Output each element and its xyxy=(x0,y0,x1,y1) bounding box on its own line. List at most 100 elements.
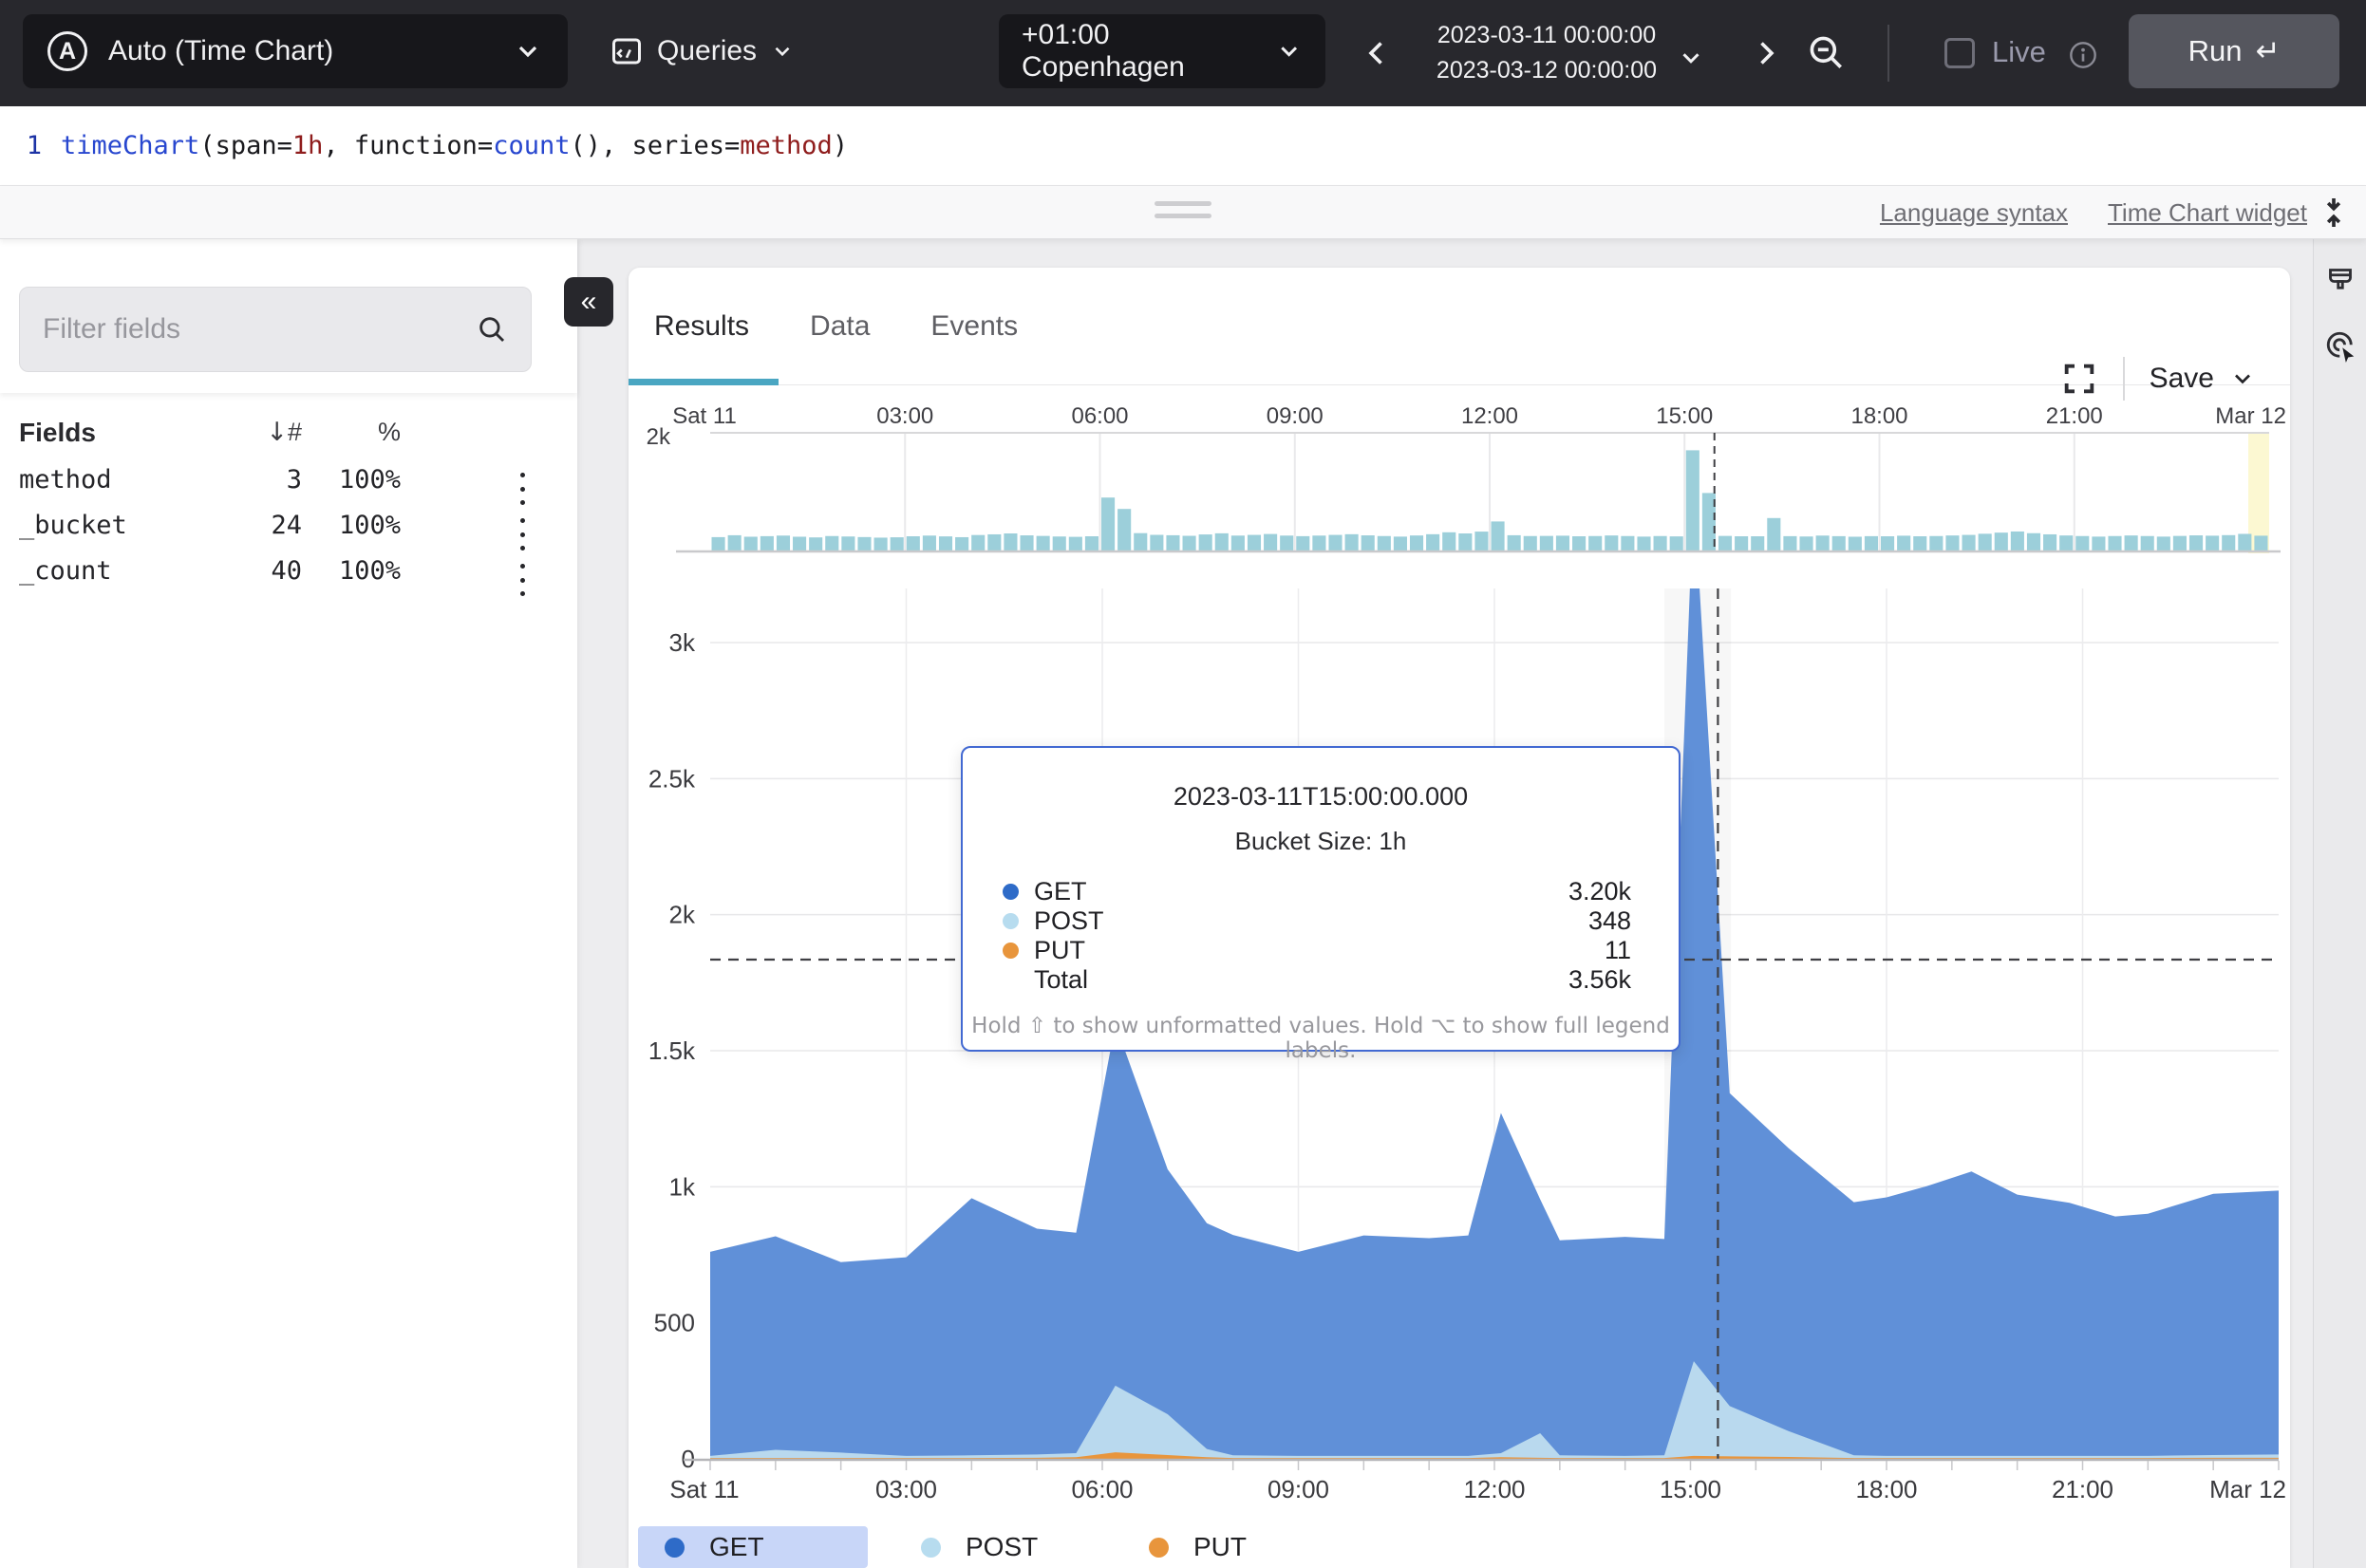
field-menu-icon[interactable] xyxy=(516,564,528,596)
fields-table-header: Fields ↓# % xyxy=(0,418,577,465)
results-tabs: Results Data Events xyxy=(629,268,2290,385)
timezone-button[interactable]: +01:00 Copenhagen xyxy=(999,14,1325,88)
time-prev-button[interactable] xyxy=(1360,36,1394,70)
field-percent: 100% xyxy=(339,511,401,540)
time-chart-widget-link[interactable]: Time Chart widget xyxy=(2108,198,2307,228)
svg-text:Mar 12: Mar 12 xyxy=(2215,403,2286,429)
field-count: 3 xyxy=(287,465,302,495)
legend-label: PUT xyxy=(1193,1532,1247,1562)
tooltip-series-value: 3.56k xyxy=(1568,965,1631,995)
enter-key-icon: ↵ xyxy=(2255,34,2280,68)
tooltip-timestamp: 2023-03-11T15:00:00.000 xyxy=(963,782,1679,812)
tab-results[interactable]: Results xyxy=(654,310,749,343)
filter-fields-placeholder: Filter fields xyxy=(43,313,476,345)
tooltip-series-label: GET xyxy=(1034,877,1087,906)
search-icon xyxy=(476,313,508,345)
language-syntax-link[interactable]: Language syntax xyxy=(1880,198,2068,228)
field-name: _count xyxy=(19,556,112,586)
code-token: count xyxy=(493,131,570,160)
editor-resize-strip: Language syntax Time Chart widget xyxy=(0,186,2366,239)
svg-text:3k: 3k xyxy=(669,628,696,657)
zoom-out-icon[interactable] xyxy=(1806,32,1848,74)
active-tab-underline xyxy=(629,379,779,385)
field-percent: 100% xyxy=(339,465,401,495)
tooltip-hint: Hold ⇧ to show unformatted values. Hold … xyxy=(963,1014,1679,1063)
chart-legend: GET POST PUT xyxy=(629,1526,2290,1568)
toolbar-divider xyxy=(1887,25,1889,82)
time-range-display[interactable]: 2023-03-11 00:00:00 2023-03-12 00:00:00 xyxy=(1420,18,1673,88)
svg-text:15:00: 15:00 xyxy=(1656,403,1713,429)
svg-text:09:00: 09:00 xyxy=(1268,1475,1329,1503)
fields-table: Fields ↓# % method 3 100% _bucket 24 100% _cou… xyxy=(0,393,577,602)
svg-text:12:00: 12:00 xyxy=(1463,1475,1525,1503)
inspect-target-icon[interactable] xyxy=(2323,328,2357,363)
chevron-down-icon xyxy=(513,36,543,66)
field-count: 24 xyxy=(271,511,302,540)
fields-header-label: Fields xyxy=(19,418,96,448)
field-row-_bucket[interactable]: _bucket 24 100% xyxy=(0,511,577,556)
legend-item-post[interactable]: POST xyxy=(894,1526,1056,1568)
tooltip-series-value: 11 xyxy=(1605,936,1631,965)
queries-icon xyxy=(610,34,644,68)
code-token: ) xyxy=(833,131,848,160)
tooltip-row-post: POST348 xyxy=(1003,906,1631,936)
svg-text:18:00: 18:00 xyxy=(1855,1475,1917,1503)
query-editor[interactable]: 1 timeChart(span=1h, function=count(), s… xyxy=(0,106,2366,186)
tooltip-row-get: GET3.20k xyxy=(1003,877,1631,906)
collapse-editor-icon[interactable] xyxy=(2315,194,2353,232)
run-button[interactable]: Run ↵ xyxy=(2129,14,2339,88)
field-count: 40 xyxy=(271,556,302,586)
tooltip-series-label: PUT xyxy=(1034,936,1085,965)
field-name: method xyxy=(19,465,112,495)
chart-tooltip: 2023-03-11T15:00:00.000 Bucket Size: 1h … xyxy=(961,746,1681,1052)
auto-view-icon: A xyxy=(47,31,87,71)
resize-drag-handle[interactable] xyxy=(1149,201,1217,226)
svg-text:Sat 11: Sat 11 xyxy=(672,403,737,429)
tooltip-series-label: POST xyxy=(1034,906,1104,936)
info-icon[interactable] xyxy=(2068,40,2098,70)
field-name: _bucket xyxy=(19,511,127,540)
run-label: Run xyxy=(2188,34,2243,68)
view-selector-label: Auto (Time Chart) xyxy=(108,35,513,67)
editor-line-number: 1 xyxy=(6,131,42,160)
tooltip-row-put: PUT 11 xyxy=(1003,936,1631,965)
sort-descending-icon: ↓ xyxy=(266,418,288,447)
fields-panel: Filter fields Fields ↓# % method3100%_bu… xyxy=(0,239,577,1568)
queries-button[interactable]: Queries xyxy=(610,14,795,88)
svg-text:15:00: 15:00 xyxy=(1660,1475,1721,1503)
event-distribution-histogram[interactable]: Sat 1103:0006:0009:0012:0015:0018:0021:0… xyxy=(629,403,2290,569)
filter-fields-input[interactable]: Filter fields xyxy=(19,287,532,372)
queries-label: Queries xyxy=(657,35,757,67)
time-next-button[interactable] xyxy=(1749,36,1783,70)
fields-header-count[interactable]: ↓# xyxy=(266,418,302,447)
code-token: (), series= xyxy=(570,131,740,160)
code-token: timeChart xyxy=(61,131,199,160)
fields-header-percent[interactable]: % xyxy=(378,418,401,447)
legend-item-get[interactable]: GET xyxy=(638,1526,868,1568)
time-range-chevron-icon[interactable] xyxy=(1677,44,1705,72)
field-row-_count[interactable]: _count40100% xyxy=(0,556,577,602)
svg-text:21:00: 21:00 xyxy=(2046,403,2103,429)
tab-data[interactable]: Data xyxy=(810,310,870,343)
svg-text:18:00: 18:00 xyxy=(1850,403,1907,429)
field-row-method[interactable]: method 3 100% xyxy=(0,465,577,511)
view-selector-button[interactable]: A Auto (Time Chart) xyxy=(23,14,568,88)
svg-text:21:00: 21:00 xyxy=(2052,1475,2113,1503)
svg-text:06:00: 06:00 xyxy=(1071,1475,1133,1503)
svg-text:Sat 11: Sat 11 xyxy=(669,1475,739,1503)
fields-filter-section: Filter fields xyxy=(0,239,577,393)
live-checkbox[interactable] xyxy=(1944,38,1975,68)
collapse-fields-panel-button[interactable]: « xyxy=(564,277,613,327)
tooltip-series-label: Total xyxy=(1034,965,1088,995)
style-brush-icon[interactable] xyxy=(2323,266,2357,300)
tab-events[interactable]: Events xyxy=(930,310,1018,343)
save-button[interactable]: Save xyxy=(2150,363,2256,395)
legend-item-put[interactable]: PUT xyxy=(1122,1526,1265,1568)
field-menu-icon[interactable] xyxy=(516,518,528,551)
live-label: Live xyxy=(1992,35,2046,69)
results-card: ResultsDataEvents Save Sat 1103:0006:000… xyxy=(629,268,2290,1568)
field-menu-icon[interactable] xyxy=(516,473,528,505)
query-code[interactable]: timeChart(span=1h, function=count(), ser… xyxy=(61,131,848,160)
svg-text:Mar 12: Mar 12 xyxy=(2209,1475,2286,1503)
fullscreen-icon[interactable] xyxy=(2060,360,2098,398)
